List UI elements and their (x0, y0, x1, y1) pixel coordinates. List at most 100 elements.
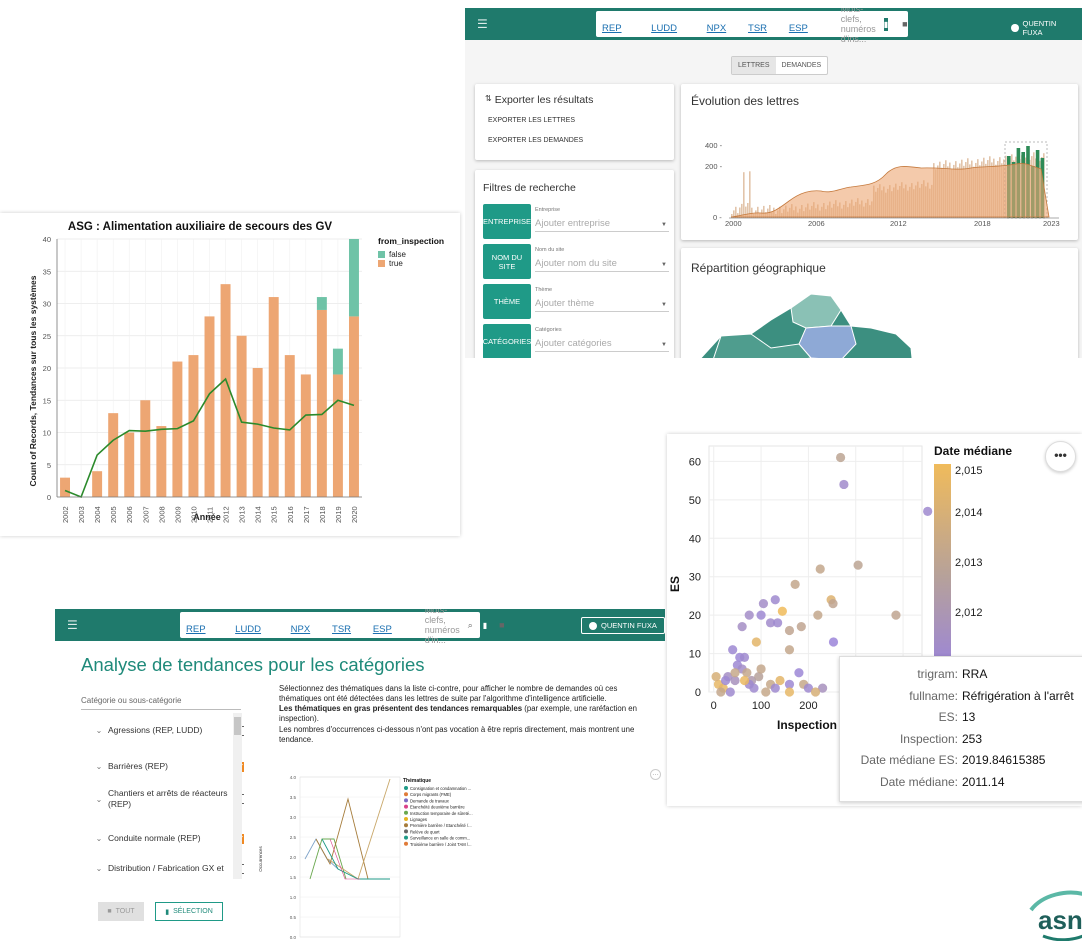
scatter-point[interactable] (773, 618, 783, 628)
filter-tag-esp[interactable]: ESP (789, 23, 808, 34)
filter-button-1[interactable]: NOM DU SITE (483, 244, 531, 279)
scatter-point[interactable] (828, 637, 839, 647)
scatter-point[interactable] (730, 668, 740, 678)
menu-icon[interactable]: ☰ (67, 618, 78, 632)
filter-tag-esp[interactable]: ESP (373, 624, 392, 635)
scatter-point[interactable] (758, 598, 769, 609)
bottom-user-button[interactable]: QUENTIN FUXA (581, 617, 665, 634)
scatter-point[interactable] (761, 687, 771, 697)
bottom-search-input[interactable]: Mots-clefs, numéros d'in... (425, 609, 460, 645)
top-search-input[interactable]: Mots-clefs, numéros d'ins... (841, 8, 876, 44)
dropdown-arrow-icon[interactable]: ▼ (661, 302, 667, 308)
tag-chip[interactable]: TSR14 (748, 12, 786, 35)
category-item[interactable]: ⌄ Distribution / Fabrication GX et (90, 863, 244, 874)
filter-input[interactable]: Ajouter nom du site ▼ (535, 258, 669, 272)
tag-chip[interactable]: REP99+ (602, 12, 648, 35)
filter-tag-npx[interactable]: NPX (291, 624, 311, 635)
scatter-point[interactable] (835, 452, 846, 463)
category-item[interactable]: ⌄Conduite normale (REP)✓ (90, 833, 244, 844)
tab-demandes[interactable]: DEMANDES (776, 57, 828, 74)
scroll-thumb[interactable] (234, 717, 241, 735)
chevron-down-icon[interactable]: ⌄ (90, 795, 108, 804)
category-item[interactable]: ⌄ Chantiers et arrêts de réacteurs (REP) (90, 788, 244, 811)
scatter-point[interactable] (744, 610, 754, 620)
chevron-down-icon[interactable]: ⌄ (90, 864, 108, 873)
scatter-point[interactable] (737, 622, 747, 632)
filter-tag-rep[interactable]: REP (186, 624, 206, 635)
tag-chip[interactable]: LUDD99+ (651, 12, 703, 35)
scatter-point[interactable] (784, 625, 795, 636)
menu-icon[interactable]: ☰ (477, 17, 488, 31)
scatter-point[interactable] (777, 606, 787, 616)
scatter-point[interactable] (770, 595, 780, 605)
filter-button-0[interactable]: ENTREPRISE (483, 204, 531, 239)
scatter-point[interactable] (839, 479, 849, 490)
mini-chart-menu-icon[interactable]: … (650, 769, 661, 780)
filter-input[interactable]: Ajouter entreprise ▼ (535, 218, 669, 232)
top-search-box[interactable]: REP99+ LUDD99+ NPX58 TSR14 ESP36 Mots-clefs,… (596, 8, 908, 44)
scatter-point[interactable] (853, 560, 863, 570)
bottom-search-box[interactable]: REP99+ LUDD99+ NPX58 TSR14 ESP36 Mots-clefs,… (180, 609, 505, 645)
scatter-point[interactable] (813, 610, 823, 620)
scatter-point[interactable] (794, 668, 804, 678)
dropdown-arrow-icon[interactable]: ▼ (661, 262, 667, 268)
tag-chip[interactable]: TSR14 (332, 613, 370, 636)
filter-input[interactable]: Ajouter catégories ▼ (535, 338, 669, 352)
scatter-point[interactable] (739, 675, 750, 686)
scatter-point[interactable] (810, 687, 821, 697)
scatter-point[interactable] (770, 683, 780, 693)
tag-chip[interactable]: REP99+ (186, 613, 232, 636)
scatter-point[interactable] (728, 645, 738, 655)
scatter-point[interactable] (725, 687, 735, 697)
trash-icon[interactable]: ■ (499, 620, 504, 630)
filter-tag-tsr[interactable]: TSR (332, 624, 351, 635)
dropdown-arrow-icon[interactable]: ▼ (661, 222, 667, 228)
tag-chip[interactable]: NPX58 (707, 12, 745, 35)
filter-tag-ludd[interactable]: LUDD (651, 23, 677, 34)
scatter-point[interactable] (784, 687, 795, 697)
scatter-point[interactable] (828, 598, 838, 609)
scatter-point[interactable] (775, 675, 785, 686)
scatter-point[interactable] (815, 564, 825, 574)
export-requests-button[interactable]: EXPORTER LES DEMANDES (488, 137, 583, 144)
search-icon[interactable]: ⌕ (468, 620, 473, 631)
category-scrollbar[interactable] (233, 713, 242, 879)
scatter-point[interactable] (891, 610, 901, 620)
category-item[interactable]: ⌄ Agressions (REP, LUDD) (90, 725, 244, 736)
scatter-point[interactable] (784, 645, 795, 655)
selection-button[interactable]: ▮ SÉLECTION (155, 902, 223, 921)
top-user-button[interactable]: QUENTIN FUXA (1011, 16, 1082, 40)
filter-input[interactable]: Ajouter thème ▼ (535, 298, 669, 312)
category-item[interactable]: ⌄Barrières (REP)✓ (90, 761, 244, 772)
tag-chip[interactable]: LUDD99+ (235, 613, 287, 636)
more-options-button[interactable]: ••• (1045, 441, 1076, 472)
filter-tag-ludd[interactable]: LUDD (235, 624, 261, 635)
tag-chip[interactable]: NPX58 (291, 613, 329, 636)
scatter-point[interactable] (756, 664, 766, 674)
chevron-down-icon[interactable]: ⌄ (90, 762, 108, 771)
dropdown-arrow-icon[interactable]: ▼ (661, 342, 667, 348)
export-letters-button[interactable]: EXPORTER LES LETTRES (488, 117, 575, 124)
chart-icon[interactable]: ▮ (883, 17, 889, 31)
scatter-point[interactable] (796, 622, 806, 632)
filter-button-2[interactable]: THÈME (483, 284, 531, 319)
filter-tag-tsr[interactable]: TSR (748, 23, 767, 34)
scatter-point[interactable] (790, 579, 800, 589)
filter-tag-npx[interactable]: NPX (707, 23, 727, 34)
tag-chip[interactable]: ESP36 (789, 12, 827, 35)
chevron-down-icon[interactable]: ⌄ (90, 834, 108, 843)
all-button[interactable]: ■ TOUT (98, 902, 144, 921)
chevron-down-icon[interactable]: ⌄ (90, 726, 108, 735)
scatter-point[interactable] (716, 687, 726, 697)
category-list[interactable]: ⌄Agressions (REP, LUDD) ⌄Barrières (REP)✓… (90, 713, 244, 881)
scatter-point[interactable] (923, 506, 933, 516)
scatter-point[interactable] (756, 610, 766, 620)
scatter-point[interactable] (711, 672, 721, 682)
scatter-point[interactable] (751, 637, 761, 647)
filter-tag-rep[interactable]: REP (602, 23, 622, 34)
trash-icon[interactable]: ■ (902, 19, 907, 29)
scatter-point[interactable] (720, 675, 731, 686)
tag-chip[interactable]: ESP36 (373, 613, 411, 636)
filter-button-3[interactable]: CATÉGORIES (483, 324, 531, 358)
tab-lettres[interactable]: LETTRES (732, 57, 776, 74)
